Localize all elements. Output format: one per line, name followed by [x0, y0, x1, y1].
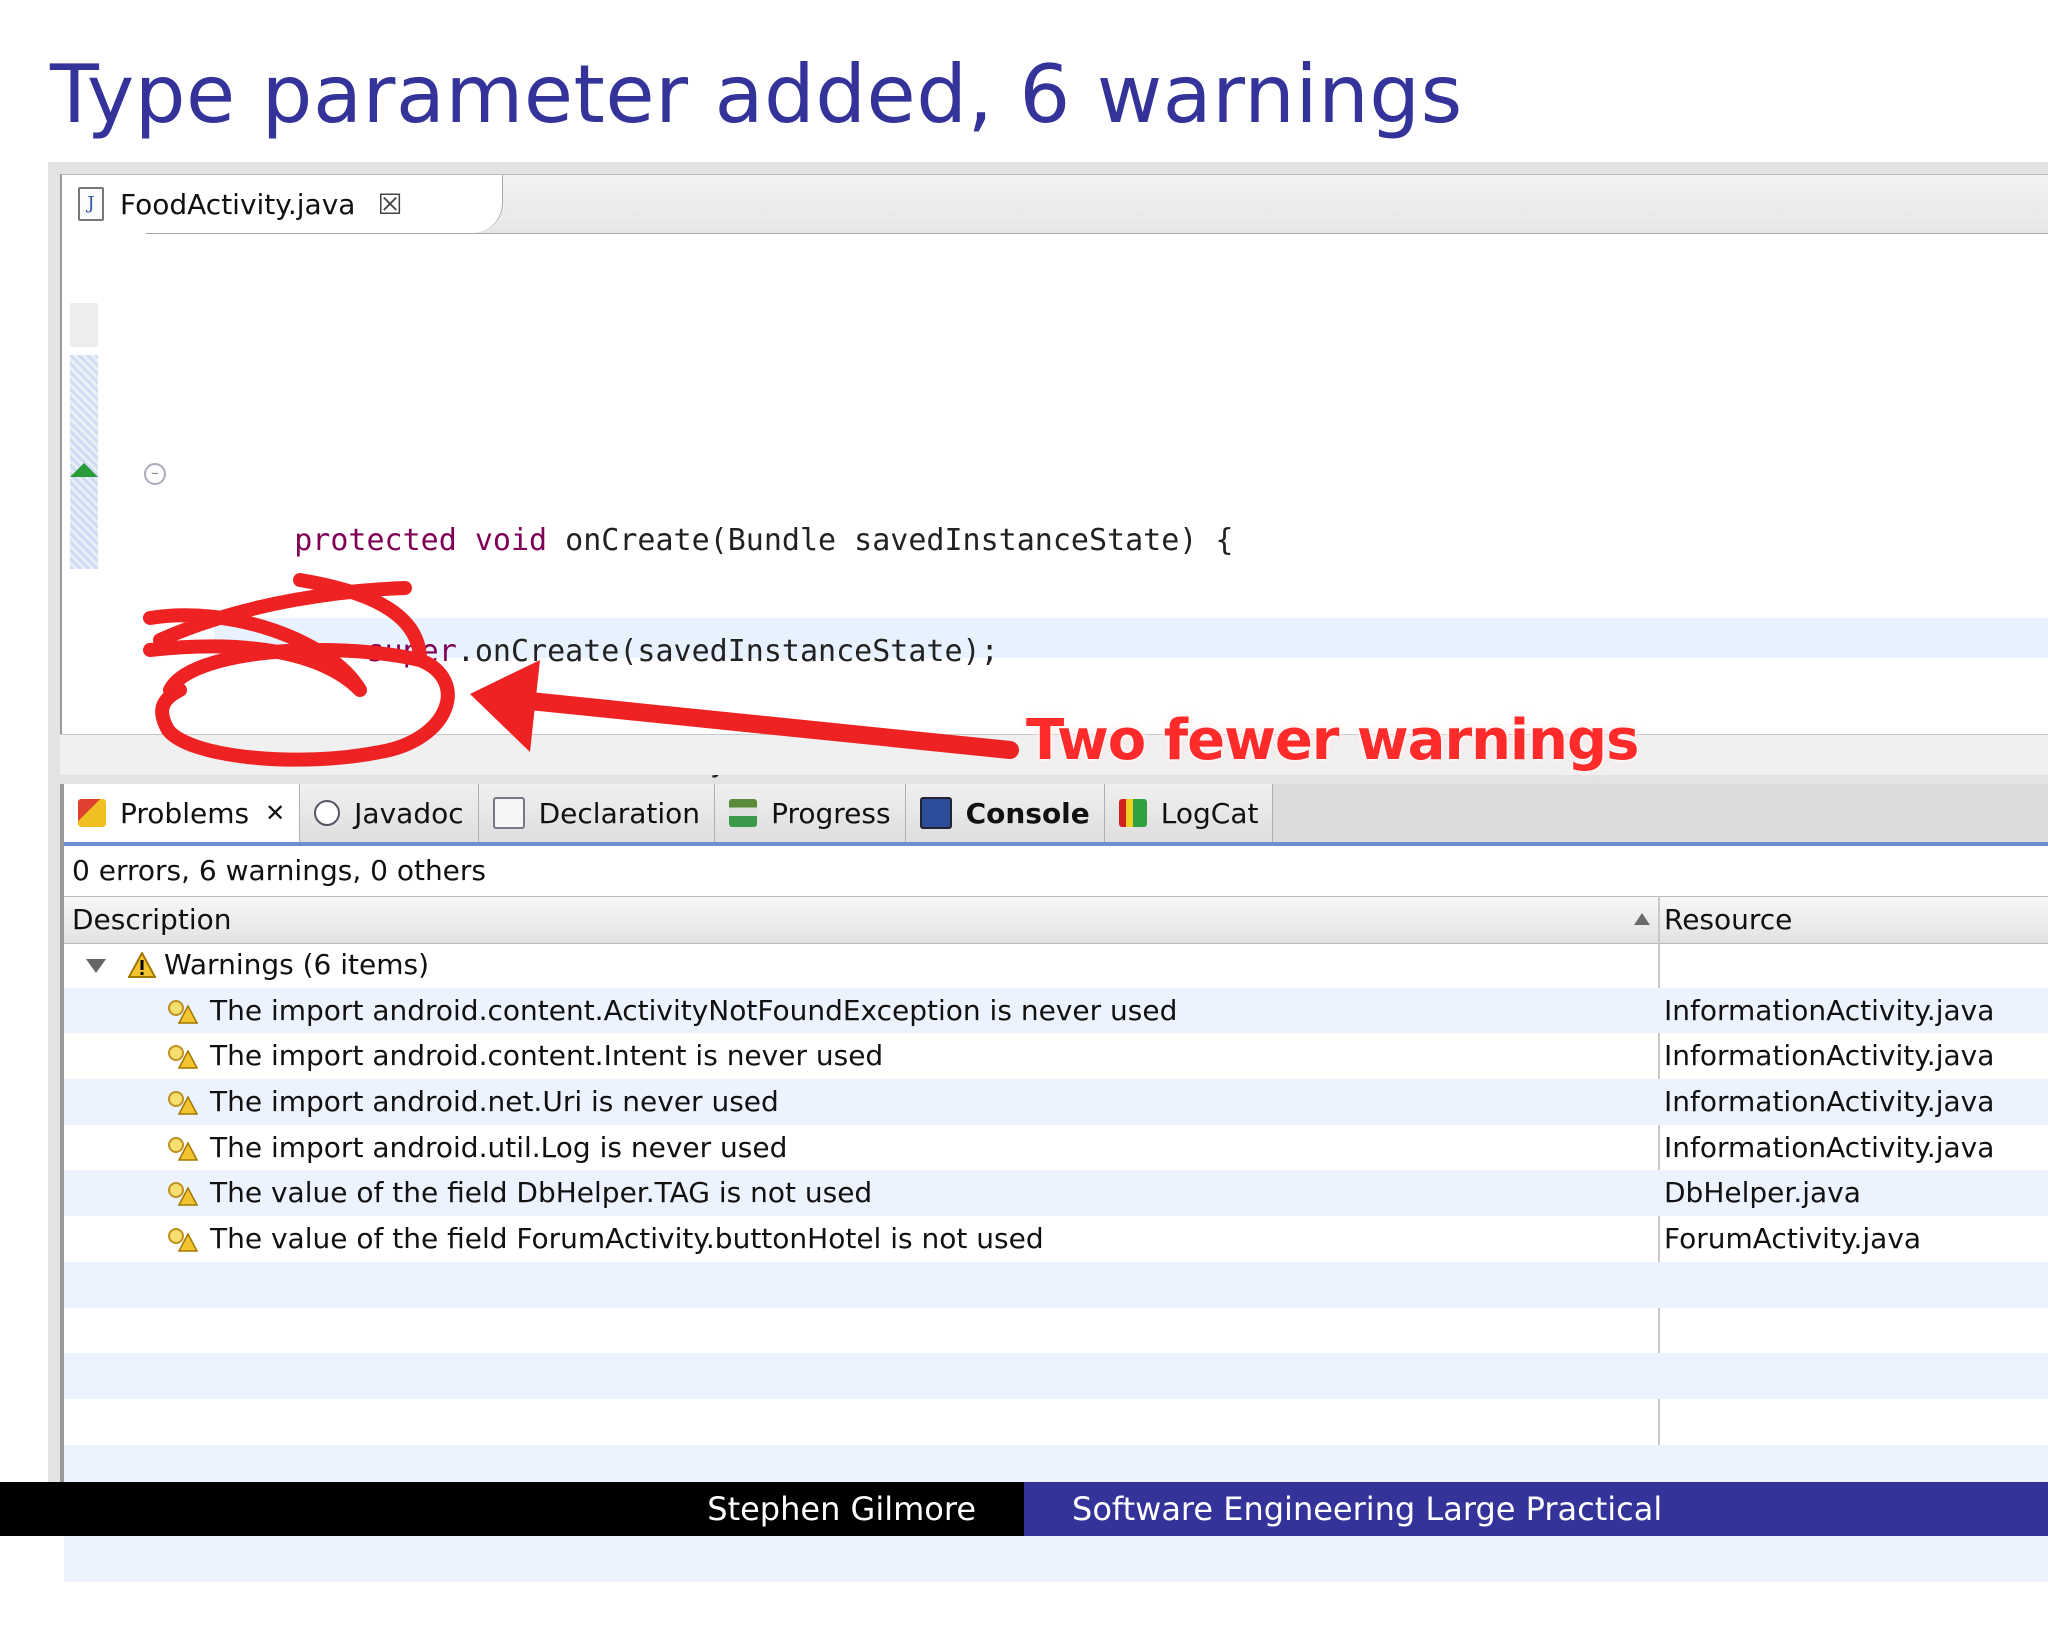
- tab-console[interactable]: Console: [905, 784, 1105, 842]
- table-row[interactable]: The import android.content.ActivityNotFo…: [64, 987, 2048, 1034]
- warning-field-icon: [168, 1182, 198, 1207]
- empty-row: [64, 1535, 2048, 1582]
- java-file-icon: J: [78, 187, 104, 221]
- column-description[interactable]: Description: [72, 897, 231, 943]
- warning-description: The import android.content.Intent is nev…: [210, 1039, 884, 1073]
- warning-resource: DbHelper.java: [1664, 1176, 1861, 1210]
- tab-javadoc[interactable]: Javadoc: [300, 784, 479, 842]
- warning-description: The value of the field DbHelper.TAG is n…: [210, 1176, 873, 1210]
- problems-icon: [78, 799, 106, 827]
- empty-row: [64, 1353, 2048, 1399]
- sort-ascending-icon: [1634, 913, 1650, 925]
- empty-row: [64, 1582, 2048, 1627]
- warning-resource: InformationActivity.java: [1664, 1130, 1995, 1164]
- warning-description: The import android.content.ActivityNotFo…: [210, 993, 1178, 1027]
- annotation-text: Two fewer warnings: [1026, 708, 1639, 773]
- close-icon[interactable]: ☒: [377, 188, 402, 221]
- table-row[interactable]: The import android.content.Intent is nev…: [64, 1033, 2048, 1079]
- declaration-icon: [492, 797, 525, 829]
- footer-author: Stephen Gilmore: [0, 1482, 1024, 1536]
- warning-description: The import android.net.Uri is never used: [210, 1085, 779, 1119]
- editor-tab-label: FoodActivity.java: [120, 187, 356, 221]
- warning-import-icon: [168, 1045, 198, 1070]
- warning-description: The import android.util.Log is never use…: [210, 1130, 788, 1164]
- editor-tabbar: J FoodActivity.java ☒: [62, 175, 2048, 234]
- tab-declaration[interactable]: Declaration: [478, 784, 716, 842]
- warning-resource: ForumActivity.java: [1664, 1222, 1922, 1256]
- warning-import-icon: [168, 1091, 198, 1115]
- empty-row: [64, 1399, 2048, 1445]
- tab-declaration-label: Declaration: [538, 796, 701, 830]
- table-row[interactable]: The import android.net.Uri is never used…: [64, 1079, 2048, 1125]
- eclipse-ide: J FoodActivity.java ☒ – protected void o…: [48, 162, 2048, 1582]
- table-header: Description Resource: [64, 896, 2048, 944]
- code-editor: J FoodActivity.java ☒ – protected void o…: [60, 174, 2048, 1221]
- tab-problems-label: Problems: [120, 796, 250, 830]
- warning-import-icon: [168, 999, 198, 1024]
- tab-logcat-label: LogCat: [1160, 796, 1259, 830]
- problems-summary: 0 errors, 6 warnings, 0 others: [64, 846, 2048, 896]
- code-line: protected void onCreate(Bundle savedInst…: [294, 523, 1234, 558]
- tab-console-label: Console: [965, 796, 1090, 830]
- tab-problems[interactable]: Problems ✕: [64, 784, 301, 842]
- quick-diff-ruler: [70, 355, 98, 569]
- footer-course: Software Engineering Large Practical: [1024, 1482, 2048, 1536]
- warnings-group-row[interactable]: Warnings (6 items): [64, 942, 2048, 988]
- tab-logcat[interactable]: LogCat: [1104, 784, 1274, 842]
- code-line: super.onCreate(savedInstanceState);: [366, 633, 999, 669]
- group-label: Warnings (6 items): [164, 948, 430, 981]
- empty-row: [64, 1308, 2048, 1354]
- fold-collapse-icon[interactable]: –: [144, 463, 166, 485]
- warning-icon: [128, 952, 156, 978]
- warning-resource: InformationActivity.java: [1664, 1085, 1995, 1119]
- override-marker-icon[interactable]: [70, 463, 98, 477]
- progress-icon: [729, 799, 758, 827]
- expand-collapse-icon[interactable]: [86, 959, 106, 973]
- warning-description: The value of the field ForumActivity.but…: [210, 1222, 1044, 1256]
- warning-field-icon: [168, 1228, 198, 1252]
- empty-row: [64, 1261, 2048, 1308]
- javadoc-icon: [314, 800, 341, 826]
- close-icon[interactable]: ✕: [265, 799, 285, 827]
- warning-import-icon: [168, 1136, 198, 1161]
- table-row[interactable]: The import android.util.Log is never use…: [64, 1125, 2048, 1171]
- logcat-icon: [1118, 799, 1147, 827]
- table-row[interactable]: The value of the field ForumActivity.but…: [64, 1216, 2048, 1262]
- column-resource[interactable]: Resource: [1664, 897, 1792, 943]
- tab-progress[interactable]: Progress: [715, 784, 906, 842]
- ruler-blank: [70, 303, 98, 347]
- problems-panel: Problems ✕ Javadoc Declaration Progress …: [60, 784, 2048, 1582]
- editor-tab-foodactivity[interactable]: J FoodActivity.java ☒: [62, 175, 503, 233]
- slide-title: Type parameter added, 6 warnings: [50, 48, 1463, 141]
- warning-resource: InformationActivity.java: [1664, 1039, 1995, 1073]
- tab-progress-label: Progress: [771, 796, 891, 830]
- slide-footer: Stephen Gilmore Software Engineering Lar…: [0, 1482, 2048, 1536]
- table-row[interactable]: The value of the field DbHelper.TAG is n…: [64, 1170, 2048, 1217]
- warning-resource: InformationActivity.java: [1664, 993, 1995, 1027]
- console-icon: [919, 797, 952, 829]
- panel-tabbar: Problems ✕ Javadoc Declaration Progress …: [64, 784, 2048, 846]
- tab-javadoc-label: Javadoc: [354, 796, 464, 830]
